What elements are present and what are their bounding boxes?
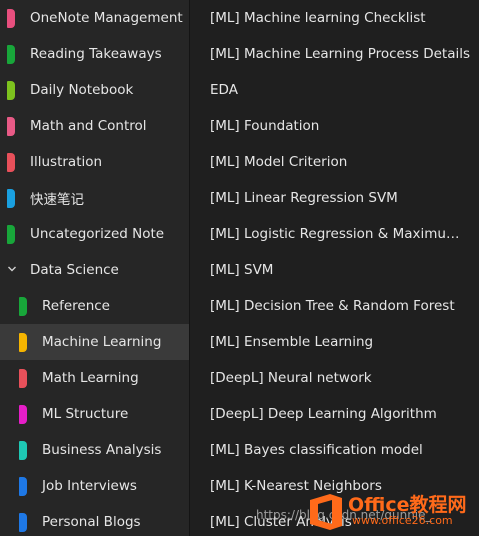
page-item[interactable]: [ML] Machine Learning Process Details: [190, 36, 479, 72]
section-group-label: Data Science: [30, 262, 119, 278]
section-color-tab: [19, 297, 27, 316]
section-item-illustration[interactable]: Illustration: [0, 144, 189, 180]
section-item-onenote-management[interactable]: OneNote Management: [0, 0, 189, 36]
section-color-tab: [19, 513, 27, 532]
subsection-label: Machine Learning: [42, 334, 162, 350]
subsection-item-math-learning[interactable]: Math Learning: [0, 360, 189, 396]
subsection-label: Personal Blogs: [42, 514, 141, 530]
subsection-item-machine-learning[interactable]: Machine Learning: [0, 324, 189, 360]
subsection-list: Reference Machine Learning Math Learning ML…: [0, 288, 189, 536]
section-color-tab: [7, 153, 15, 172]
subsection-label: Reference: [42, 298, 110, 314]
section-color-tab: [7, 81, 15, 100]
section-color-tab: [7, 9, 15, 28]
section-color-tab: [7, 189, 15, 208]
section-color-tab: [19, 477, 27, 496]
page-item[interactable]: [ML] Cluster Analysis: [190, 504, 479, 536]
page-item[interactable]: [ML] Ensemble Learning: [190, 324, 479, 360]
subsection-label: ML Structure: [42, 406, 129, 422]
subsection-item-business-analysis[interactable]: Business Analysis: [0, 432, 189, 468]
page-item[interactable]: [DeepL] Neural network: [190, 360, 479, 396]
section-item-math-and-control[interactable]: Math and Control: [0, 108, 189, 144]
section-label: OneNote Management: [30, 10, 183, 26]
section-item-daily-notebook[interactable]: Daily Notebook: [0, 72, 189, 108]
section-label: Illustration: [30, 154, 103, 170]
section-color-tab: [7, 117, 15, 136]
chevron-down-icon[interactable]: [7, 264, 17, 274]
section-group-data-science[interactable]: Data Science: [0, 252, 189, 288]
subsection-item-ml-structure[interactable]: ML Structure: [0, 396, 189, 432]
subsection-label: Business Analysis: [42, 442, 162, 458]
page-item[interactable]: [ML] Decision Tree & Random Forest: [190, 288, 479, 324]
subsection-label: Math Learning: [42, 370, 139, 386]
section-color-tab: [19, 369, 27, 388]
page-item[interactable]: [ML] Model Criterion: [190, 144, 479, 180]
page-item[interactable]: [ML] SVM: [190, 252, 479, 288]
page-item[interactable]: [ML] K-Nearest Neighbors: [190, 468, 479, 504]
subsection-item-job-interviews[interactable]: Job Interviews: [0, 468, 189, 504]
page-item[interactable]: EDA: [190, 72, 479, 108]
section-item-快速笔记[interactable]: 快速笔记: [0, 180, 189, 216]
section-color-tab: [19, 405, 27, 424]
section-label: Uncategorized Note: [30, 226, 165, 242]
page-item[interactable]: [ML] Logistic Regression & Maximum Entro…: [190, 216, 479, 252]
section-label: Math and Control: [30, 118, 147, 134]
page-item[interactable]: [ML] Bayes classification model: [190, 432, 479, 468]
section-sidebar: OneNote Management Reading Takeaways Daily…: [0, 0, 190, 536]
page-item[interactable]: [ML] Machine learning Checklist: [190, 0, 479, 36]
subsection-label: Job Interviews: [42, 478, 137, 494]
section-color-tab: [19, 441, 27, 460]
section-color-tab: [7, 45, 15, 64]
section-label: 快速笔记: [30, 192, 84, 208]
section-list: OneNote Management Reading Takeaways Daily…: [0, 0, 189, 252]
subsection-item-reference[interactable]: Reference: [0, 288, 189, 324]
section-item-uncategorized-note[interactable]: Uncategorized Note: [0, 216, 189, 252]
section-label: Daily Notebook: [30, 82, 134, 98]
section-label: Reading Takeaways: [30, 46, 162, 62]
subsection-item-personal-blogs[interactable]: Personal Blogs: [0, 504, 189, 536]
page-item[interactable]: [ML] Foundation: [190, 108, 479, 144]
page-list: [ML] Machine learning Checklist [ML] Mach…: [190, 0, 479, 536]
section-color-tab: [19, 333, 27, 352]
section-item-reading-takeaways[interactable]: Reading Takeaways: [0, 36, 189, 72]
page-item[interactable]: [ML] Linear Regression SVM: [190, 180, 479, 216]
page-item[interactable]: [DeepL] Deep Learning Algorithm: [190, 396, 479, 432]
section-color-tab: [7, 225, 15, 244]
